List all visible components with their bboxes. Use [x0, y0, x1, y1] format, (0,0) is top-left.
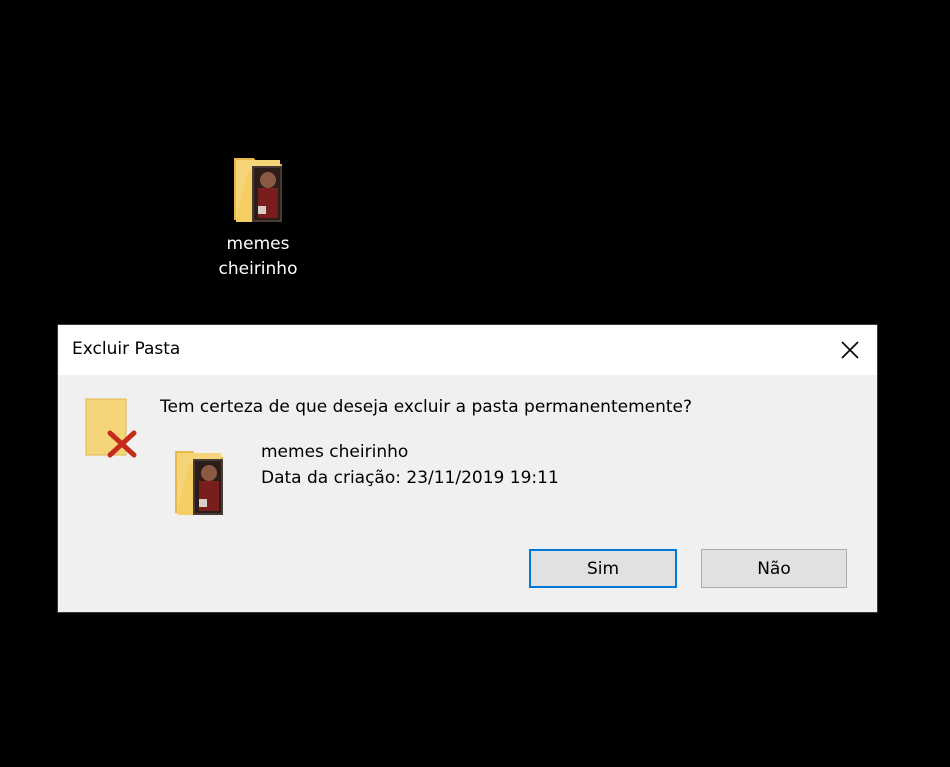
confirmation-question: Tem certeza de que deseja excluir a past…: [160, 397, 693, 417]
desktop-folder-label-line1: memes: [226, 234, 290, 254]
folder-name: memes cheirinho: [261, 442, 409, 462]
folder-creation-date: Data da criação: 23/11/2019 19:11: [261, 468, 559, 488]
folder-with-photo-icon: [171, 445, 229, 519]
dialog-title: Excluir Pasta: [72, 339, 181, 359]
close-button[interactable]: [823, 325, 877, 375]
dialog-titlebar[interactable]: Excluir Pasta: [58, 325, 877, 375]
folder-with-photo-icon: [228, 150, 288, 226]
close-icon: [841, 341, 859, 359]
desktop-folder-label-line2: cheirinho: [218, 259, 298, 279]
desktop-folder-icon[interactable]: memes cheirinho: [206, 150, 310, 282]
delete-folder-dialog: Excluir Pasta Tem certeza de que deseja …: [58, 325, 877, 612]
folder-delete-icon: [84, 397, 142, 459]
yes-button[interactable]: Sim: [529, 549, 677, 588]
desktop: memes cheirinho Excluir Pasta Tem certez…: [0, 0, 950, 767]
no-button[interactable]: Não: [701, 549, 847, 588]
